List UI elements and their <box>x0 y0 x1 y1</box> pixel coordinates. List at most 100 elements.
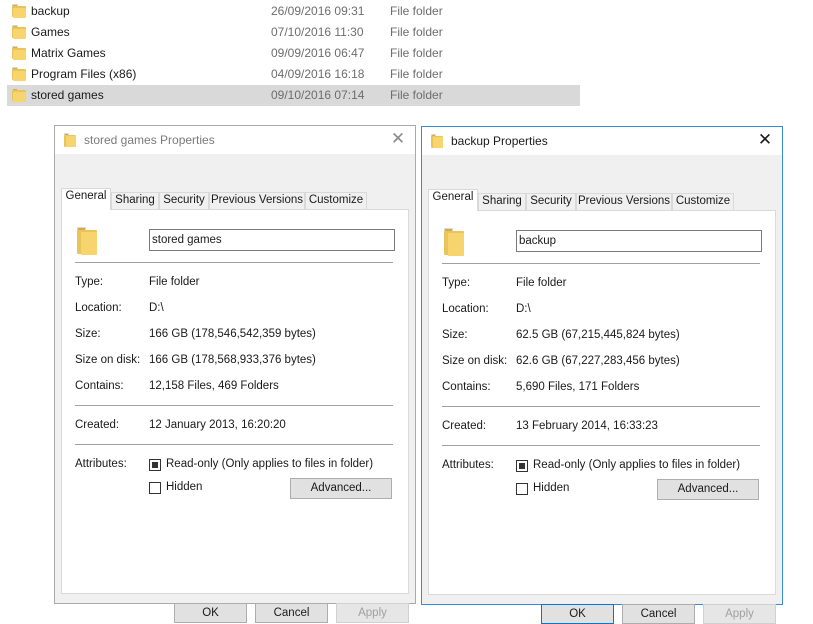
title-bar[interactable]: backup Properties ✕ <box>422 127 782 155</box>
size-label: Size: <box>75 328 101 340</box>
readonly-checkbox[interactable] <box>516 460 528 472</box>
size-on-disk-value: 62.6 GB (67,227,283,456 bytes) <box>516 355 680 367</box>
created-value: 12 January 2013, 16:20:20 <box>149 419 286 431</box>
file-row[interactable]: Matrix Games 09/09/2016 06:47 File folde… <box>7 43 580 64</box>
ok-button[interactable]: OK <box>174 603 247 623</box>
file-date: 09/10/2016 07:14 <box>271 88 365 102</box>
file-type: File folder <box>390 46 443 60</box>
file-type: File folder <box>390 25 443 39</box>
properties-dialog: stored games Properties ✕ General Sharin… <box>54 125 416 623</box>
hidden-checkbox[interactable] <box>149 482 161 494</box>
contains-value: 12,158 Files, 469 Folders <box>149 380 279 392</box>
divider <box>442 445 760 446</box>
type-label: Type: <box>442 277 471 289</box>
tab-general[interactable]: General <box>428 189 478 211</box>
folder-icon <box>431 134 443 148</box>
contains-label: Contains: <box>75 380 124 392</box>
file-name: Matrix Games <box>31 46 106 60</box>
contains-value: 5,690 Files, 171 Folders <box>516 381 640 393</box>
attributes-label: Attributes: <box>442 459 494 471</box>
file-name: Program Files (x86) <box>31 67 137 81</box>
dialog-title: stored games Properties <box>84 133 215 147</box>
file-name: Games <box>31 25 70 39</box>
size-value: 166 GB (178,546,542,359 bytes) <box>149 328 316 340</box>
size-on-disk-label: Size on disk: <box>75 354 141 366</box>
folder-icon <box>64 133 76 147</box>
file-row-selected[interactable]: stored games 09/10/2016 07:14 File folde… <box>7 85 580 106</box>
general-page: backup Type: File folder Location: D:\ S… <box>428 210 776 595</box>
readonly-label[interactable]: Read-only (Only applies to files in fold… <box>533 459 740 471</box>
attributes-label: Attributes: <box>75 458 127 470</box>
file-name: backup <box>31 4 70 18</box>
hidden-label[interactable]: Hidden <box>166 481 202 493</box>
file-row[interactable]: backup 26/09/2016 09:31 File folder <box>7 1 580 22</box>
tab-previous-versions[interactable]: Previous Versions <box>209 192 305 209</box>
cancel-button[interactable]: Cancel <box>622 604 695 624</box>
dialog-title: backup Properties <box>451 134 548 148</box>
file-row[interactable]: Games 07/10/2016 11:30 File folder <box>7 22 580 43</box>
type-value: File folder <box>149 276 200 288</box>
size-value: 62.5 GB (67,215,445,824 bytes) <box>516 329 680 341</box>
file-date: 04/09/2016 16:18 <box>271 67 365 81</box>
size-label: Size: <box>442 329 468 341</box>
type-label: Type: <box>75 276 104 288</box>
folder-icon <box>12 67 26 81</box>
divider <box>75 444 393 445</box>
tab-general[interactable]: General <box>61 188 111 210</box>
divider <box>75 262 393 263</box>
general-page: stored games Type: File folder Location:… <box>61 209 409 594</box>
folder-icon <box>12 88 26 102</box>
dialog-body: General Sharing Security Previous Versio… <box>55 154 415 623</box>
file-type: File folder <box>390 67 443 81</box>
hidden-label[interactable]: Hidden <box>533 482 569 494</box>
file-type: File folder <box>390 88 443 102</box>
file-name: stored games <box>31 88 104 102</box>
tab-customize[interactable]: Customize <box>672 193 734 210</box>
advanced-button[interactable]: Advanced... <box>657 479 759 500</box>
folder-icon <box>12 25 26 39</box>
folder-icon <box>12 46 26 60</box>
close-icon[interactable]: ✕ <box>390 130 406 147</box>
tab-sharing[interactable]: Sharing <box>111 192 159 209</box>
hidden-checkbox[interactable] <box>516 483 528 495</box>
type-value: File folder <box>516 277 567 289</box>
apply-button[interactable]: Apply <box>703 604 776 624</box>
location-value: D:\ <box>516 303 531 315</box>
tab-security[interactable]: Security <box>526 193 576 210</box>
cancel-button[interactable]: Cancel <box>255 603 328 623</box>
readonly-label[interactable]: Read-only (Only applies to files in fold… <box>166 458 373 470</box>
advanced-button[interactable]: Advanced... <box>290 478 392 499</box>
divider <box>75 405 393 406</box>
folder-name-input[interactable]: stored games <box>149 229 395 251</box>
file-date: 07/10/2016 11:30 <box>271 25 364 39</box>
created-value: 13 February 2014, 16:33:23 <box>516 420 658 432</box>
title-bar[interactable]: stored games Properties ✕ <box>55 126 415 154</box>
close-icon[interactable]: ✕ <box>757 131 773 148</box>
file-date: 26/09/2016 09:31 <box>271 4 365 18</box>
tab-customize[interactable]: Customize <box>305 192 367 209</box>
file-date: 09/09/2016 06:47 <box>271 46 365 60</box>
folder-icon <box>12 4 26 18</box>
tab-previous-versions[interactable]: Previous Versions <box>576 193 672 210</box>
tab-security[interactable]: Security <box>159 192 209 209</box>
file-type: File folder <box>390 4 443 18</box>
location-value: D:\ <box>149 302 164 314</box>
divider <box>442 263 760 264</box>
contains-label: Contains: <box>442 381 491 393</box>
location-label: Location: <box>75 302 122 314</box>
dialog-body: General Sharing Security Previous Versio… <box>422 155 782 624</box>
size-on-disk-label: Size on disk: <box>442 355 508 367</box>
created-label: Created: <box>442 420 487 432</box>
divider <box>442 406 760 407</box>
folder-name-input[interactable]: backup <box>516 230 762 252</box>
properties-dialog: backup Properties ✕ General Sharing Secu… <box>421 126 783 624</box>
folder-icon <box>444 228 468 256</box>
created-label: Created: <box>75 419 120 431</box>
folder-icon <box>77 227 101 255</box>
tab-sharing[interactable]: Sharing <box>478 193 526 210</box>
file-row[interactable]: Program Files (x86) 04/09/2016 16:18 Fil… <box>7 64 580 85</box>
apply-button[interactable]: Apply <box>336 603 409 623</box>
readonly-checkbox[interactable] <box>149 459 161 471</box>
location-label: Location: <box>442 303 489 315</box>
ok-button[interactable]: OK <box>541 604 614 624</box>
